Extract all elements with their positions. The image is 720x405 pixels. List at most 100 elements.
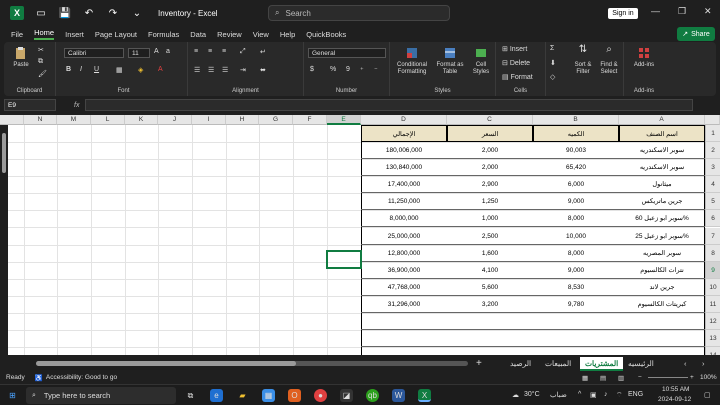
tab-page-layout[interactable]: Page Layout — [95, 30, 137, 39]
file-explorer-icon[interactable]: ▰ — [236, 389, 249, 402]
empty-cell[interactable] — [447, 347, 533, 355]
undo-icon[interactable]: ↶ — [82, 6, 96, 20]
copy-icon[interactable]: ⧉ — [38, 58, 43, 66]
cut-icon[interactable]: ✂ — [38, 46, 44, 54]
total-cell[interactable]: 25,000,000 — [361, 228, 447, 245]
align-left-icon[interactable]: ☰ — [194, 66, 200, 74]
price-cell[interactable]: 1,250 — [447, 193, 533, 210]
volume-icon[interactable]: ♪ — [604, 391, 608, 398]
search-box[interactable]: ⌕ Search — [268, 5, 450, 21]
row-header-10[interactable]: 10 — [705, 279, 720, 296]
column-header-i[interactable]: I — [192, 115, 226, 125]
header-quantity[interactable]: الكميه — [533, 125, 619, 142]
accessibility-status[interactable]: Accessibility: Good to go — [46, 374, 117, 381]
empty-cell[interactable] — [447, 313, 533, 330]
notifications-icon[interactable]: ▢ — [704, 391, 711, 399]
price-cell[interactable]: 2,000 — [447, 159, 533, 176]
format-painter-icon[interactable]: 🖌 — [38, 70, 47, 78]
vertical-scrollbar[interactable] — [0, 125, 8, 355]
tab-insert[interactable]: Insert — [65, 30, 84, 39]
row-header-4[interactable]: 4 — [705, 176, 720, 193]
column-header-h[interactable]: H — [226, 115, 259, 125]
language-indicator[interactable]: ENG — [628, 391, 643, 398]
tab-home[interactable]: Home — [34, 28, 55, 40]
column-header-b[interactable]: B — [533, 115, 619, 125]
fill-color-icon[interactable]: ◈ — [138, 66, 143, 74]
row-header-2[interactable]: 2 — [705, 142, 720, 159]
cell-styles-button[interactable]: Cell Styles — [468, 46, 494, 76]
next-sheet-icon[interactable]: › — [702, 357, 705, 371]
vertical-scroll-thumb[interactable] — [2, 133, 6, 173]
align-center-icon[interactable]: ☰ — [208, 66, 214, 74]
empty-cell[interactable] — [361, 313, 447, 330]
header-price[interactable]: السعر — [447, 125, 533, 142]
wrap-text-icon[interactable]: ↵ — [260, 48, 266, 56]
price-cell[interactable]: 2,900 — [447, 176, 533, 193]
empty-cell[interactable] — [619, 330, 705, 347]
column-header-l[interactable]: L — [91, 115, 125, 125]
tab-formulas[interactable]: Formulas — [148, 30, 179, 39]
column-header-m[interactable]: M — [57, 115, 91, 125]
customize-icon[interactable]: ⌄ — [130, 6, 144, 20]
sheet-tab-main[interactable]: الرئيسيه — [628, 357, 654, 371]
price-cell[interactable]: 2,000 — [447, 142, 533, 159]
font-name-select[interactable]: Calibri — [64, 48, 124, 58]
decrease-decimal-icon[interactable]: ⁻ — [374, 66, 378, 74]
item-name-cell[interactable]: سوبر ابو زعبل 60% — [619, 210, 705, 227]
bold-icon[interactable]: B — [66, 66, 71, 73]
tab-view[interactable]: View — [253, 30, 269, 39]
find-select-button[interactable]: ⌕ Find & Select — [596, 45, 622, 76]
align-bottom-icon[interactable]: ≡ — [222, 48, 226, 55]
header-total[interactable]: الإجمالي — [361, 125, 447, 142]
formula-input[interactable] — [85, 99, 694, 111]
increase-decimal-icon[interactable]: ⁺ — [360, 66, 364, 74]
redo-icon[interactable]: ↷ — [106, 6, 120, 20]
total-cell[interactable]: 47,768,000 — [361, 279, 447, 296]
paste-button[interactable]: Paste — [10, 46, 32, 69]
addins-button[interactable]: Add-ins — [628, 46, 660, 69]
sheet-tab-balance[interactable]: الرصيد — [510, 357, 531, 371]
italic-icon[interactable]: I — [80, 66, 82, 73]
price-cell[interactable]: 5,600 — [447, 279, 533, 296]
zoom-level[interactable]: 100% — [700, 374, 717, 381]
tray-up-icon[interactable]: ^ — [578, 391, 581, 398]
indent-icon[interactable]: ⇥ — [240, 66, 246, 74]
quantity-cell[interactable]: 8,000 — [533, 210, 619, 227]
column-header-d[interactable]: D — [361, 115, 447, 125]
empty-cell[interactable] — [619, 313, 705, 330]
zoom-out-icon[interactable]: − — [638, 374, 642, 381]
close-icon[interactable]: ✕ — [704, 6, 712, 17]
network-icon[interactable]: ▣ — [590, 391, 597, 399]
store-icon[interactable]: ▦ — [262, 389, 275, 402]
column-header-k[interactable]: K — [125, 115, 158, 125]
zoom-slider[interactable] — [648, 377, 688, 378]
row-header-8[interactable]: 8 — [705, 245, 720, 262]
quantity-cell[interactable]: 6,000 — [533, 176, 619, 193]
tab-data[interactable]: Data — [190, 30, 206, 39]
column-header-a[interactable]: A — [619, 115, 705, 125]
row-header-14[interactable]: 14 — [705, 347, 720, 355]
task-view-icon[interactable]: ⧉ — [184, 389, 197, 402]
minimize-icon[interactable]: — — [651, 6, 660, 16]
format-as-table-button[interactable]: Format as Table — [434, 46, 466, 76]
increase-font-icon[interactable]: A — [154, 48, 159, 55]
item-name-cell[interactable]: جرين ماتريكس — [619, 193, 705, 210]
fx-icon[interactable]: fx — [74, 102, 79, 109]
autosum-icon[interactable]: Σ — [550, 45, 554, 52]
item-name-cell[interactable]: سوبر الاسكندريه — [619, 159, 705, 176]
add-sheet-icon[interactable]: + — [476, 357, 482, 371]
page-break-view-icon[interactable]: ▥ — [618, 374, 624, 382]
quantity-cell[interactable]: 9,000 — [533, 262, 619, 279]
spreadsheet-grid[interactable]: N M L K J I H G F E D C B A 1 2 3 4 5 6 7 8 9 10 1… — [0, 115, 720, 355]
normal-view-icon[interactable]: ▦ — [582, 374, 588, 382]
office-icon[interactable]: O — [288, 389, 301, 402]
quantity-cell[interactable]: 65,420 — [533, 159, 619, 176]
price-cell[interactable]: 4,100 — [447, 262, 533, 279]
quantity-cell[interactable]: 10,000 — [533, 228, 619, 245]
maximize-icon[interactable]: ❐ — [678, 6, 686, 17]
word-icon[interactable]: W — [392, 389, 405, 402]
header-item-name[interactable]: اسم الصنف — [619, 125, 705, 142]
quantity-cell[interactable]: 9,780 — [533, 296, 619, 313]
app-icon[interactable]: ◪ — [340, 389, 353, 402]
borders-icon[interactable]: ▦ — [116, 66, 123, 74]
